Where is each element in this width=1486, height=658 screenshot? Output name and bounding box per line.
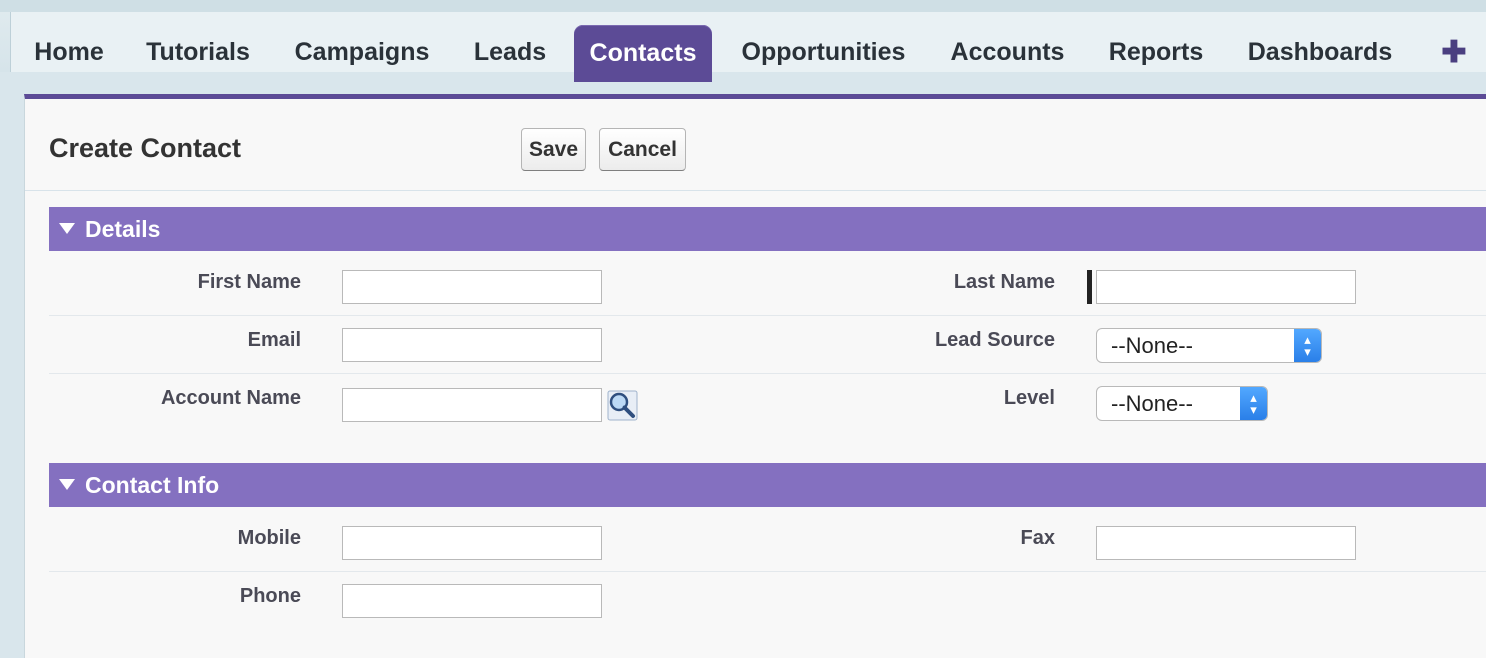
page-header: Create Contact Save Cancel	[25, 99, 1486, 191]
section-title: Contact Info	[85, 471, 220, 498]
tab-reports[interactable]: Reports	[1106, 24, 1206, 80]
last-name-label: Last Name	[953, 271, 1055, 293]
fax-field[interactable]	[1096, 526, 1356, 560]
level-label: Level	[1003, 387, 1055, 409]
first-name-label: First Name	[197, 271, 301, 293]
phone-field[interactable]	[342, 584, 602, 618]
triangle-down-icon[interactable]	[59, 223, 75, 234]
tab-contacts[interactable]: Contacts	[574, 25, 712, 82]
tab-home[interactable]: Home	[32, 24, 106, 80]
tab-tutorials[interactable]: Tutorials	[143, 24, 253, 80]
level-value: --None--	[1111, 390, 1193, 416]
phone-label: Phone	[239, 585, 301, 607]
tab-dashboards[interactable]: Dashboards	[1244, 24, 1396, 80]
section-header-contact-info[interactable]: Contact Info	[49, 463, 1486, 507]
magnifier-lookup-icon[interactable]	[605, 388, 639, 422]
lead-source-value: --None--	[1111, 332, 1193, 358]
level-select[interactable]: --None-- ▴ ▾	[1096, 386, 1268, 421]
fax-label: Fax	[1020, 527, 1055, 549]
lead-source-select[interactable]: --None-- ▴ ▾	[1096, 328, 1322, 363]
email-field[interactable]	[342, 328, 602, 362]
row-divider	[49, 571, 1486, 572]
tab-accounts[interactable]: Accounts	[947, 24, 1068, 80]
select-arrows-icon: ▴ ▾	[1240, 387, 1267, 420]
page-title: Create Contact	[49, 133, 242, 163]
tab-leads[interactable]: Leads	[471, 24, 549, 80]
required-indicator	[1087, 270, 1092, 304]
triangle-down-icon[interactable]	[59, 479, 75, 490]
mobile-field[interactable]	[342, 526, 602, 560]
save-button[interactable]: Save	[521, 128, 586, 171]
account-name-label: Account Name	[160, 387, 301, 409]
select-arrows-icon: ▴ ▾	[1294, 329, 1321, 362]
first-name-field[interactable]	[342, 270, 602, 304]
section-title: Details	[85, 215, 161, 242]
account-name-field[interactable]	[342, 388, 602, 422]
row-divider	[49, 373, 1486, 374]
tab-opportunities[interactable]: Opportunities	[737, 24, 910, 80]
lead-source-label: Lead Source	[934, 329, 1055, 351]
last-name-field[interactable]	[1096, 270, 1356, 304]
row-divider	[49, 315, 1486, 316]
mobile-label: Mobile	[237, 527, 301, 549]
cancel-button[interactable]: Cancel	[599, 128, 686, 171]
tab-campaigns[interactable]: Campaigns	[291, 24, 433, 80]
section-header-details[interactable]: Details	[49, 207, 1486, 251]
plus-icon[interactable]: ✚	[1436, 24, 1472, 80]
tab-bar: Home Tutorials Campaigns Leads Contacts …	[0, 0, 1486, 82]
email-label: Email	[247, 329, 301, 351]
main-panel: Create Contact Save Cancel Details First…	[24, 94, 1486, 658]
